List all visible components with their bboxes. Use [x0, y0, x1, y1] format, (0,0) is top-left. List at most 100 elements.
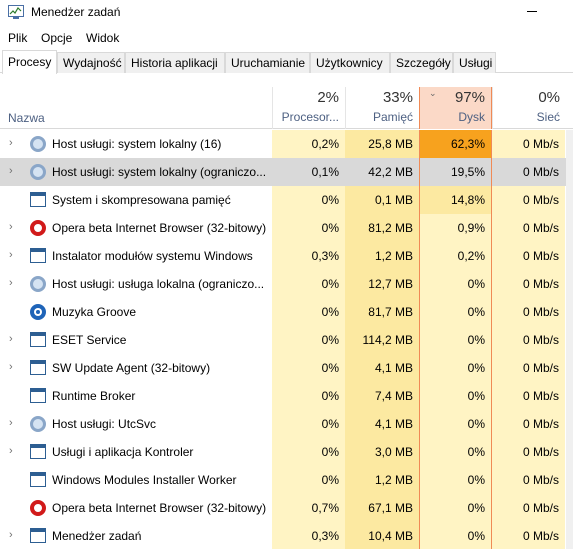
network-cell: 0 Mb/s — [492, 466, 565, 494]
network-cell: 0 Mb/s — [492, 326, 565, 354]
column-network[interactable]: 0% Sieć — [492, 87, 566, 129]
cpu-cell-value: 0% — [321, 473, 339, 487]
expand-chevron-icon[interactable]: › — [9, 529, 13, 541]
network-cell-value: 0 Mb/s — [522, 137, 559, 151]
disk-cell-value: 0% — [467, 361, 485, 375]
gear-icon — [30, 416, 46, 432]
process-row[interactable]: Opera beta Internet Browser (32-bitowy) 0… — [0, 494, 573, 522]
process-row[interactable]: › SW Update Agent (32-bitowy) 0% 4,1 MB 0% 0 … — [0, 354, 573, 382]
network-cell-value: 0 Mb/s — [522, 277, 559, 291]
column-name[interactable]: Nazwa — [8, 111, 45, 125]
menu-file[interactable]: Plik — [8, 31, 27, 45]
tab-app-history[interactable]: Historia aplikacji — [125, 52, 225, 73]
cpu-cell-value: 0% — [321, 361, 339, 375]
process-row[interactable]: Muzyka Groove 0% 81,7 MB 0% 0 Mb/s — [0, 298, 573, 326]
disk-cell-value: 0% — [467, 417, 485, 431]
box-icon — [30, 360, 46, 375]
process-name: Opera beta Internet Browser (32-bitowy) — [52, 221, 267, 235]
disk-cell: 0,2% — [419, 242, 492, 270]
window-title: Menedżer zadań — [31, 5, 121, 19]
memory-column-label: Pamięć — [372, 110, 413, 124]
tab-details[interactable]: Szczegóły — [390, 52, 453, 73]
box-icon — [30, 248, 46, 263]
vertical-scrollbar[interactable] — [566, 130, 573, 549]
cpu-cell-value: 0% — [321, 277, 339, 291]
expand-chevron-icon[interactable]: › — [9, 137, 13, 149]
column-cpu[interactable]: 2% Procesor... — [272, 87, 345, 129]
expand-chevron-icon[interactable]: › — [9, 361, 13, 373]
tab-performance[interactable]: Wydajność — [57, 52, 125, 73]
expand-chevron-icon[interactable]: › — [9, 417, 13, 429]
process-name: Host usługi: UtcSvc — [52, 417, 157, 431]
memory-cell: 67,1 MB — [345, 494, 419, 522]
memory-cell-value: 25,8 MB — [368, 137, 413, 151]
memory-cell-value: 0,1 MB — [374, 193, 413, 207]
process-row[interactable]: Runtime Broker 0% 7,4 MB 0% 0 Mb/s — [0, 382, 573, 410]
disk-cell-value: 19,5% — [450, 165, 485, 179]
menu-view[interactable]: Widok — [86, 31, 119, 45]
disk-cell: 19,5% — [419, 158, 492, 186]
process-row[interactable]: › Host usługi: usługa lokalna (ograniczo.… — [0, 270, 573, 298]
tab-bar: Procesy Wydajność Historia aplikacji Uru… — [0, 50, 573, 74]
expand-chevron-icon[interactable]: › — [9, 165, 13, 177]
disk-cell-value: 0% — [467, 333, 485, 347]
cpu-cell-value: 0,1% — [311, 165, 339, 179]
disk-cell-value: 0,9% — [457, 221, 485, 235]
process-name: Instalator modułów systemu Windows — [52, 249, 253, 263]
process-name: ESET Service — [52, 333, 127, 347]
tab-processes[interactable]: Procesy — [2, 50, 57, 74]
process-name: SW Update Agent (32-bitowy) — [52, 361, 211, 375]
expand-chevron-icon[interactable]: › — [9, 249, 13, 261]
opera-icon — [30, 500, 46, 516]
cpu-cell: 0% — [272, 410, 345, 438]
cpu-cell: 0% — [272, 382, 345, 410]
process-row[interactable]: › Host usługi: system lokalny (ograniczo.… — [0, 158, 573, 186]
network-cell: 0 Mb/s — [492, 158, 565, 186]
expand-chevron-icon[interactable]: › — [9, 333, 13, 345]
expand-chevron-icon[interactable]: › — [9, 221, 13, 233]
process-row[interactable]: › Instalator modułów systemu Windows 0,3% 1… — [0, 242, 573, 270]
tab-startup[interactable]: Uruchamianie — [225, 52, 310, 73]
cpu-cell-value: 0% — [321, 305, 339, 319]
expand-chevron-icon[interactable]: › — [9, 445, 13, 457]
tab-users[interactable]: Użytkownicy — [310, 52, 390, 73]
disk-cell-value: 62,3% — [450, 137, 485, 151]
memory-cell-value: 81,2 MB — [368, 221, 413, 235]
memory-cell-value: 4,1 MB — [374, 361, 413, 375]
column-disk[interactable]: ⌄ 97% Dysk — [419, 87, 492, 129]
network-cell: 0 Mb/s — [492, 494, 565, 522]
box-icon — [30, 472, 46, 487]
network-cell-value: 0 Mb/s — [522, 417, 559, 431]
network-cell: 0 Mb/s — [492, 522, 565, 549]
minimize-button[interactable] — [519, 0, 565, 22]
memory-cell-value: 1,2 MB — [374, 473, 413, 487]
disk-cell: 0% — [419, 354, 492, 382]
process-row[interactable]: › Host usługi: system lokalny (16) 0,2% 25,… — [0, 130, 573, 158]
process-name: Runtime Broker — [52, 389, 136, 403]
process-row[interactable]: System i skompresowana pamięć 0% 0,1 MB 14,… — [0, 186, 573, 214]
process-row[interactable]: › Opera beta Internet Browser (32-bitowy)… — [0, 214, 573, 242]
disk-cell: 0% — [419, 326, 492, 354]
tab-services[interactable]: Usługi — [453, 52, 496, 73]
cpu-cell: 0% — [272, 354, 345, 382]
process-row[interactable]: › Menedżer zadań 0,3% 10,4 MB 0% 0 Mb/s — [0, 522, 573, 549]
memory-cell-value: 67,1 MB — [368, 501, 413, 515]
menu-options[interactable]: Opcje — [41, 31, 72, 45]
memory-cell-value: 81,7 MB — [368, 305, 413, 319]
process-list: › Host usługi: system lokalny (16) 0,2% 25,… — [0, 130, 573, 549]
process-name: Usługi i aplikacja Kontroler — [52, 445, 194, 459]
process-row[interactable]: Windows Modules Installer Worker 0% 1,2 MB… — [0, 466, 573, 494]
disk-cell-value: 14,8% — [450, 193, 485, 207]
disk-cell: 14,8% — [419, 186, 492, 214]
expand-chevron-icon[interactable]: › — [9, 277, 13, 289]
box-icon — [30, 444, 46, 459]
network-cell-value: 0 Mb/s — [522, 501, 559, 515]
disk-cell-value: 0% — [467, 389, 485, 403]
process-row[interactable]: › ESET Service 0% 114,2 MB 0% 0 Mb/s — [0, 326, 573, 354]
box-icon — [30, 192, 46, 207]
process-name: Muzyka Groove — [52, 305, 137, 319]
process-row[interactable]: › Usługi i aplikacja Kontroler 0% 3,0 MB 0% 0… — [0, 438, 573, 466]
column-memory[interactable]: 33% Pamięć — [345, 87, 419, 129]
process-row[interactable]: › Host usługi: UtcSvc 0% 4,1 MB 0% 0 Mb/s — [0, 410, 573, 438]
disk-cell: 0% — [419, 466, 492, 494]
